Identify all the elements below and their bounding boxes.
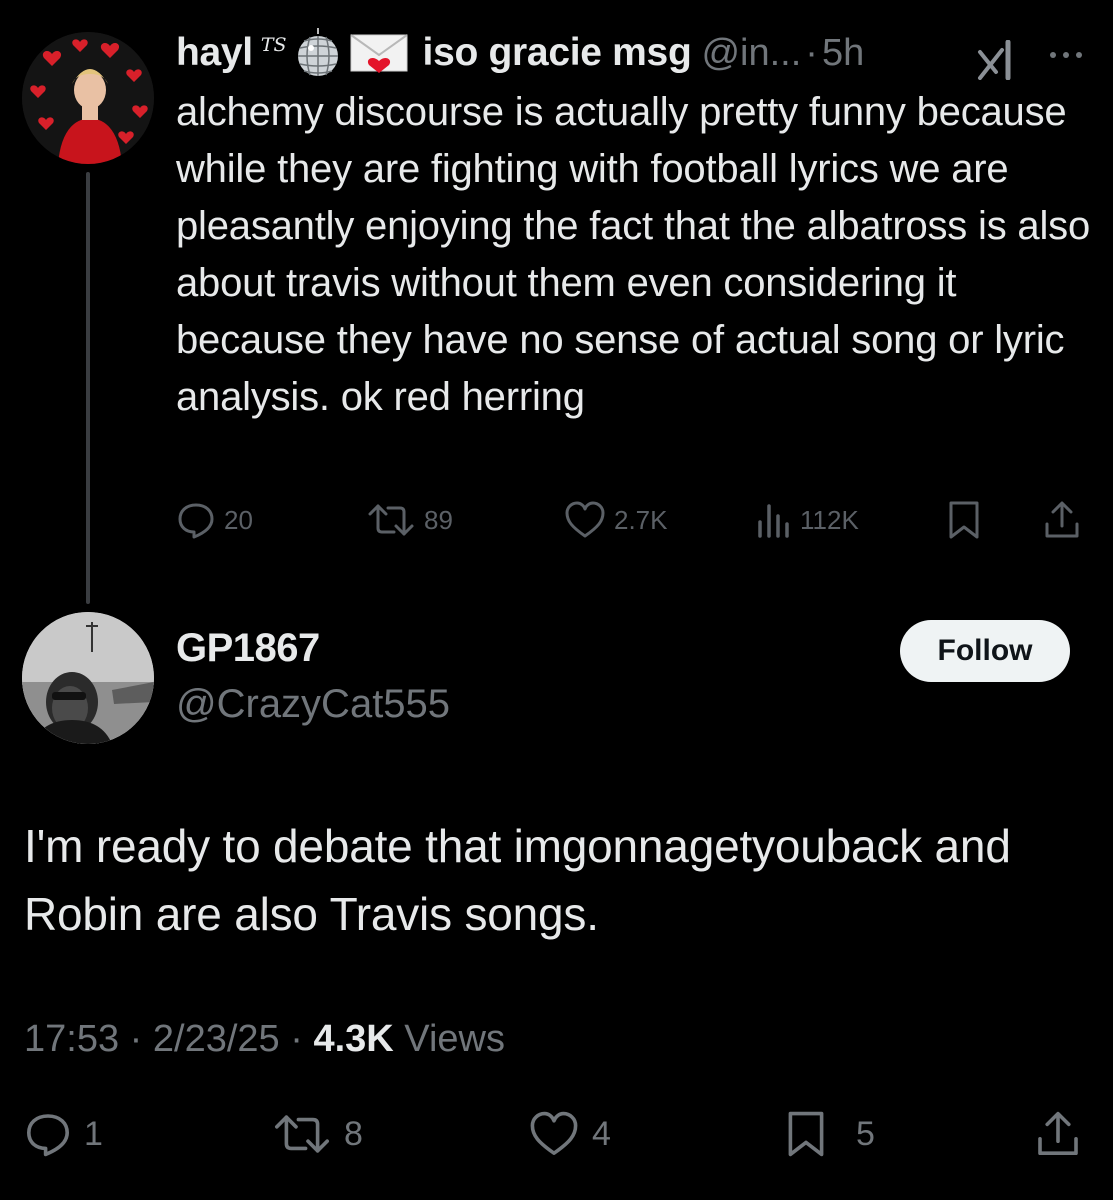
love-letter-emoji	[349, 31, 409, 75]
parent-views-button[interactable]: 112K	[756, 500, 859, 540]
heart-icon	[565, 501, 605, 538]
parent-repost-count: 89	[424, 504, 453, 535]
reply-like-count: 4	[592, 1114, 611, 1153]
parent-avatar[interactable]	[22, 32, 154, 164]
disco-ball-emoji	[293, 28, 343, 78]
bookmark-icon	[788, 1111, 824, 1157]
parent-timestamp[interactable]: 5h	[822, 32, 864, 75]
avatar-image	[22, 612, 154, 744]
parent-reply-button[interactable]: 20	[176, 500, 253, 540]
parent-action-bar: 20 89 2.7K 112K	[176, 500, 1086, 546]
avatar-image	[22, 32, 154, 164]
parent-bookmark-button[interactable]	[946, 500, 982, 540]
reply-action-bar: 1 8 4 5	[24, 1110, 1084, 1166]
reply-icon	[178, 503, 214, 539]
parent-handle[interactable]: @in...	[701, 32, 801, 75]
parent-like-count: 2.7K	[614, 504, 668, 535]
reply-meta: 17:53 · 2/23/25 · 4.3K Views	[24, 1018, 505, 1061]
reply-tweet-text: I'm ready to debate that imgonnagetyouba…	[24, 820, 1011, 940]
meta-separator: ·	[290, 1018, 303, 1060]
more-options-icon[interactable]	[1046, 48, 1086, 62]
reply-reply-button[interactable]: 1	[24, 1110, 103, 1158]
reply-views-count: 4.3K	[313, 1018, 394, 1060]
reply-repost-button[interactable]: 8	[272, 1110, 363, 1158]
thread-connector-line	[86, 172, 90, 604]
repost-icon	[275, 1115, 329, 1153]
parent-display-name[interactable]: hayl	[176, 31, 253, 75]
parent-tweet-text: alchemy discourse is actually pretty fun…	[176, 90, 1091, 419]
reply-date[interactable]: 2/23/25	[153, 1018, 280, 1060]
parent-share-button[interactable]	[1042, 500, 1082, 540]
separator-dot: ·	[805, 31, 818, 74]
reply-bookmark-count: 5	[856, 1114, 875, 1153]
reply-repost-count: 8	[344, 1114, 363, 1153]
analytics-icon	[758, 504, 789, 538]
meta-separator: ·	[129, 1018, 143, 1060]
bookmark-icon	[949, 501, 979, 539]
ts-mark: TS	[260, 34, 287, 56]
parent-tweet-header: hayl TS iso gracie msg @in... · 5h	[176, 28, 864, 78]
reply-like-button[interactable]: 4	[528, 1110, 611, 1158]
share-icon	[1045, 501, 1079, 538]
reply-display-name[interactable]: GP1867	[176, 626, 320, 671]
reply-reply-count: 1	[84, 1114, 103, 1153]
reply-icon	[27, 1114, 69, 1157]
reply-views-label: Views	[404, 1018, 505, 1060]
parent-display-name-suffix[interactable]: iso gracie msg	[423, 31, 692, 75]
reply-bookmark-button[interactable]: 5	[784, 1110, 875, 1158]
repost-icon	[368, 504, 414, 536]
heart-icon	[530, 1111, 578, 1155]
reply-share-button[interactable]	[1034, 1110, 1082, 1158]
reply-avatar[interactable]	[22, 612, 154, 744]
parent-reply-count: 20	[224, 504, 253, 535]
parent-like-button[interactable]: 2.7K	[564, 500, 668, 540]
reply-handle[interactable]: @CrazyCat555	[176, 682, 450, 727]
reply-time[interactable]: 17:53	[24, 1018, 119, 1060]
parent-repost-button[interactable]: 89	[366, 500, 453, 540]
follow-button[interactable]: Follow	[900, 620, 1070, 682]
parent-view-count: 112K	[800, 504, 859, 535]
share-icon	[1038, 1111, 1078, 1155]
grok-icon[interactable]	[976, 39, 1020, 81]
